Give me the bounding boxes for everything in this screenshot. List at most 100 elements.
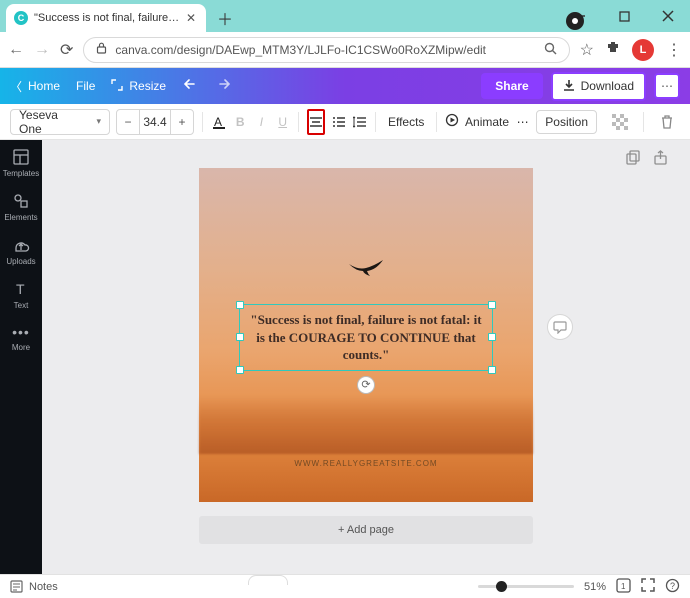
delete-button[interactable] <box>654 109 680 135</box>
sidebar-item-templates[interactable]: Templates <box>3 148 39 178</box>
profile-avatar[interactable]: L <box>632 39 654 61</box>
recording-indicator <box>566 12 584 30</box>
bold-button[interactable]: B <box>233 109 248 135</box>
search-icon[interactable] <box>544 42 557 58</box>
chevron-down-icon: ▾ <box>96 116 101 127</box>
add-page-button[interactable]: + Add page <box>199 516 533 544</box>
font-family-select[interactable]: Yeseva One ▾ <box>10 109 110 135</box>
browser-tab[interactable]: C "Success is not final, failure is no ✕ <box>6 4 206 32</box>
sidebar-label: Templates <box>3 169 39 178</box>
browser-menu-icon[interactable]: ⋮ <box>666 40 682 60</box>
maximize-button[interactable] <box>602 0 646 32</box>
duplicate-page-icon[interactable] <box>626 150 641 170</box>
separator <box>298 112 299 132</box>
font-family-label: Yeseva One <box>19 108 72 136</box>
home-button[interactable]: 〈 Home <box>10 78 60 95</box>
page-drawer-handle[interactable] <box>248 575 288 585</box>
text-align-button[interactable] <box>307 109 325 135</box>
separator <box>375 112 376 132</box>
separator <box>202 112 203 132</box>
resize-handle-nw[interactable] <box>236 301 244 309</box>
canvas-area[interactable]: "Success is not final, failure is not fa… <box>42 140 690 574</box>
resize-handle-ne[interactable] <box>488 301 496 309</box>
resize-button[interactable]: Resize <box>111 79 166 94</box>
bottom-bar: Notes 51% 1 ? <box>0 574 690 598</box>
svg-text:1: 1 <box>621 582 626 591</box>
redo-button[interactable] <box>214 78 230 95</box>
transparency-button[interactable] <box>607 109 633 135</box>
download-label: Download <box>581 79 634 93</box>
sidebar: Templates Elements Uploads T Text ••• Mo… <box>0 140 42 574</box>
forward-button[interactable]: → <box>34 41 50 59</box>
notes-label: Notes <box>29 581 58 593</box>
sidebar-item-elements[interactable]: Elements <box>4 192 37 222</box>
address-bar: ← → ⟳ canva.com/design/DAEwp_MTM3Y/LJLFo… <box>0 32 690 68</box>
animate-button[interactable]: Animate <box>445 113 509 130</box>
extensions-icon[interactable] <box>606 40 620 59</box>
add-page-label: + Add page <box>338 524 394 536</box>
notes-button[interactable]: Notes <box>10 580 58 593</box>
sidebar-label: Text <box>14 301 29 310</box>
more-menu-button[interactable]: ⋯ <box>654 73 680 99</box>
back-button[interactable]: ← <box>8 41 24 59</box>
resize-handle-w[interactable] <box>236 333 244 341</box>
spacing-button[interactable] <box>352 109 367 135</box>
zoom-value[interactable]: 51% <box>584 581 606 593</box>
sidebar-item-more[interactable]: ••• More <box>12 324 30 352</box>
quote-text[interactable]: "Success is not final, failure is not fa… <box>240 305 492 370</box>
underline-button[interactable]: U <box>275 109 290 135</box>
star-icon[interactable]: ☆ <box>580 40 594 60</box>
url-input[interactable]: canva.com/design/DAEwp_MTM3Y/LJLFo-IC1CS… <box>83 37 569 63</box>
download-icon <box>563 79 575 94</box>
download-button[interactable]: Download <box>551 72 646 101</box>
more-text-options[interactable]: ⋯ <box>515 109 530 135</box>
canva-favicon: C <box>14 11 28 25</box>
separator <box>436 112 437 132</box>
effects-button[interactable]: Effects <box>384 115 428 129</box>
tab-title: "Success is not final, failure is no <box>34 12 180 24</box>
svg-text:?: ? <box>670 581 675 591</box>
website-text[interactable]: WWW.REALLYGREATSITE.COM <box>199 459 533 468</box>
text-toolbar: Yeseva One ▾ − 34.4 + A B I U Effects An… <box>0 104 690 140</box>
share-button[interactable]: Share <box>481 73 542 99</box>
resize-label: Resize <box>129 79 166 93</box>
home-label: Home <box>28 79 60 93</box>
font-size-increase[interactable]: + <box>171 115 193 129</box>
close-tab-icon[interactable]: ✕ <box>186 11 196 25</box>
animate-icon <box>445 113 459 130</box>
text-selection-box[interactable]: "Success is not final, failure is not fa… <box>239 304 493 371</box>
chevron-left-icon: 〈 <box>10 78 22 95</box>
resize-handle-sw[interactable] <box>236 366 244 374</box>
comment-button[interactable] <box>547 314 573 340</box>
svg-text:A: A <box>214 115 222 129</box>
font-size-value[interactable]: 34.4 <box>139 110 171 134</box>
font-size-decrease[interactable]: − <box>117 115 139 129</box>
cloud-band <box>199 396 533 454</box>
share-page-icon[interactable] <box>653 150 668 170</box>
position-button[interactable]: Position <box>536 110 597 134</box>
bird-icon <box>346 258 386 283</box>
italic-button[interactable]: I <box>254 109 269 135</box>
zoom-slider-thumb[interactable] <box>496 581 507 592</box>
url-text: canva.com/design/DAEwp_MTM3Y/LJLFo-IC1CS… <box>115 43 535 57</box>
list-button[interactable] <box>331 109 346 135</box>
lock-icon <box>96 42 107 57</box>
rotate-handle[interactable]: ⟳ <box>357 376 375 394</box>
text-color-button[interactable]: A <box>211 109 227 135</box>
resize-handle-se[interactable] <box>488 366 496 374</box>
close-window-button[interactable] <box>646 0 690 32</box>
undo-button[interactable] <box>184 78 200 95</box>
design-canvas[interactable]: "Success is not final, failure is not fa… <box>199 168 533 502</box>
help-button[interactable]: ? <box>665 578 680 596</box>
file-menu[interactable]: File <box>76 79 95 93</box>
sidebar-item-text[interactable]: T Text <box>12 280 30 310</box>
animate-label: Animate <box>465 115 509 129</box>
sidebar-label: Elements <box>4 213 37 222</box>
grid-view-button[interactable]: 1 <box>616 578 631 596</box>
resize-handle-e[interactable] <box>488 333 496 341</box>
zoom-slider[interactable] <box>478 585 574 588</box>
new-tab-button[interactable]: ＋ <box>212 5 238 31</box>
reload-button[interactable]: ⟳ <box>60 40 73 60</box>
sidebar-item-uploads[interactable]: Uploads <box>6 236 35 266</box>
fullscreen-button[interactable] <box>641 578 655 595</box>
